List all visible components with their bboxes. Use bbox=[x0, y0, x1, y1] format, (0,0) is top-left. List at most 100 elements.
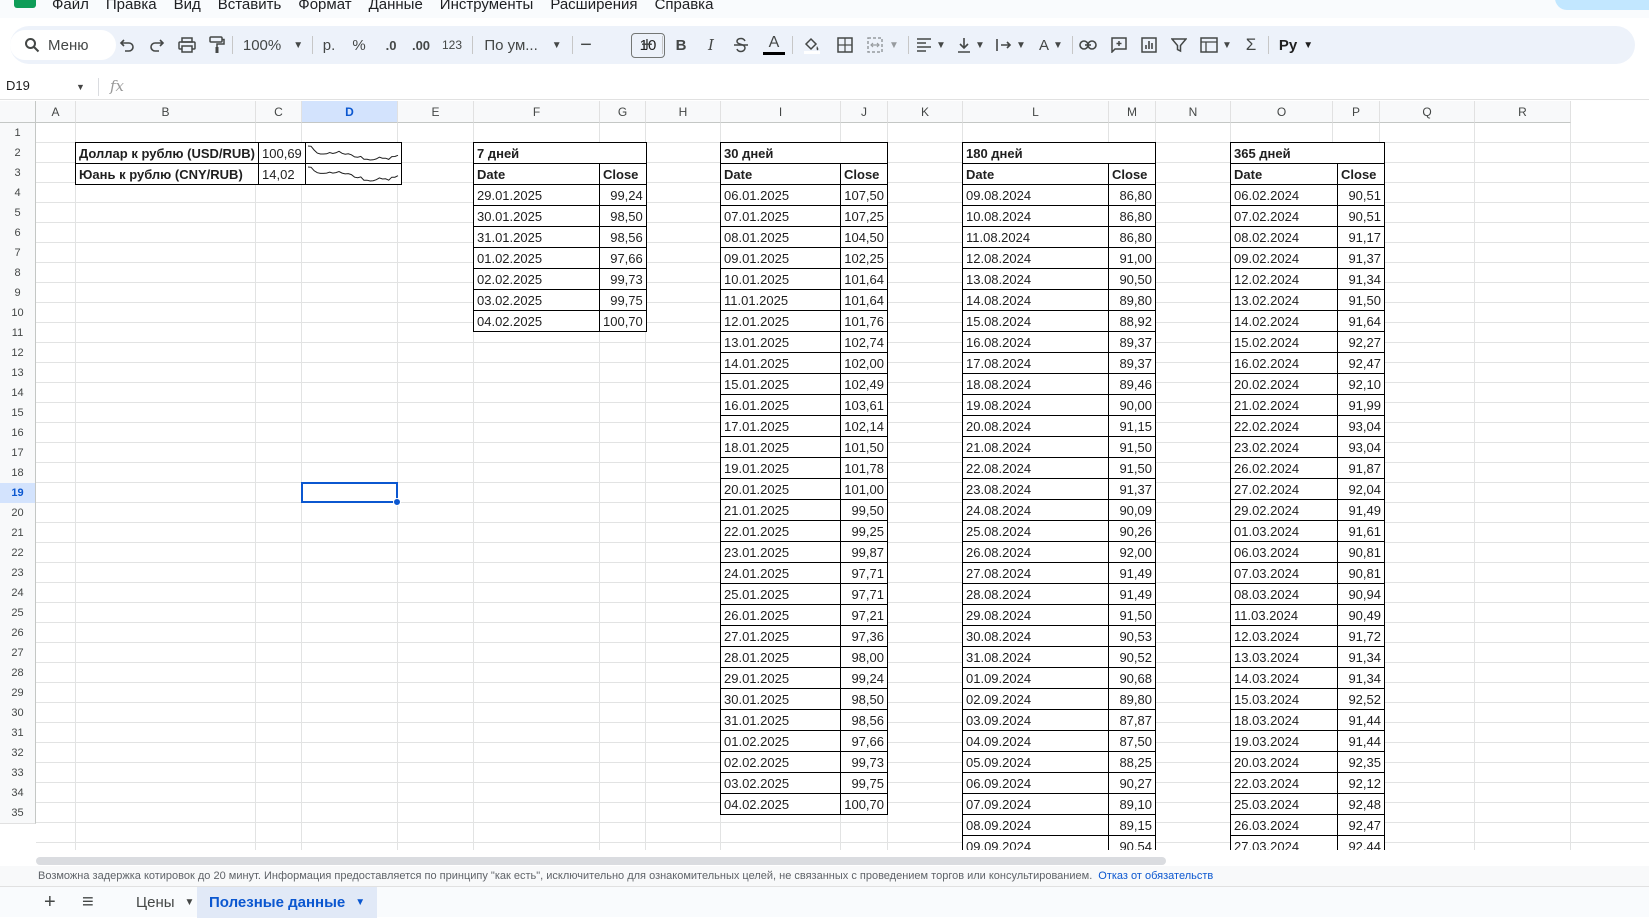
zoom-select[interactable]: 100% ▼ bbox=[238, 26, 308, 64]
row-header[interactable]: 16 bbox=[0, 423, 36, 444]
close-cell[interactable]: 90,51 bbox=[1337, 205, 1385, 227]
horizontal-scrollbar[interactable] bbox=[36, 857, 1166, 865]
date-cell[interactable]: 18.08.2024 bbox=[962, 373, 1109, 395]
date-cell[interactable]: 07.01.2025 bbox=[720, 205, 841, 227]
currency-format-button[interactable]: р. bbox=[318, 26, 340, 64]
date-cell[interactable]: 18.01.2025 bbox=[720, 436, 841, 458]
row-header[interactable]: 24 bbox=[0, 583, 36, 604]
bold-button[interactable]: B bbox=[670, 26, 692, 64]
rate-label[interactable]: Доллар к рублю (USD/RUB) bbox=[74, 142, 260, 164]
close-cell[interactable]: 89,80 bbox=[1108, 688, 1156, 710]
date-cell[interactable]: 15.08.2024 bbox=[962, 310, 1109, 332]
close-cell[interactable]: 91,37 bbox=[1337, 247, 1385, 269]
close-cell[interactable]: 89,80 bbox=[1108, 289, 1156, 311]
date-cell[interactable]: 08.03.2024 bbox=[1230, 583, 1338, 605]
column-header[interactable]: R bbox=[1475, 101, 1571, 123]
close-cell[interactable]: 92,04 bbox=[1337, 478, 1385, 500]
close-cell[interactable]: 97,71 bbox=[840, 583, 888, 605]
date-cell[interactable]: 01.02.2025 bbox=[720, 730, 841, 752]
row-header[interactable]: 15 bbox=[0, 403, 36, 424]
close-cell[interactable]: 90,54 bbox=[1108, 835, 1156, 850]
row-header[interactable]: 34 bbox=[0, 783, 36, 804]
date-cell[interactable]: 11.03.2024 bbox=[1230, 604, 1338, 626]
date-cell[interactable]: 14.01.2025 bbox=[720, 352, 841, 374]
row-header[interactable]: 30 bbox=[0, 703, 36, 724]
close-cell[interactable]: 89,37 bbox=[1108, 352, 1156, 374]
date-cell[interactable]: 13.01.2025 bbox=[720, 331, 841, 353]
filter-views-button[interactable]: ▼ bbox=[1198, 26, 1234, 64]
date-cell[interactable]: 15.01.2025 bbox=[720, 373, 841, 395]
close-cell[interactable]: 90,49 bbox=[1337, 604, 1385, 626]
row-header[interactable]: 18 bbox=[0, 463, 36, 484]
row-header[interactable]: 5 bbox=[0, 203, 36, 224]
date-cell[interactable]: 14.02.2024 bbox=[1230, 310, 1338, 332]
functions-button[interactable]: Σ bbox=[1240, 26, 1262, 64]
close-cell[interactable]: 99,24 bbox=[599, 184, 647, 206]
menu-view[interactable]: Вид bbox=[174, 0, 201, 13]
date-cell[interactable]: 21.08.2024 bbox=[962, 436, 1109, 458]
close-cell[interactable]: 102,49 bbox=[840, 373, 888, 395]
close-cell[interactable]: 91,49 bbox=[1337, 499, 1385, 521]
date-cell[interactable]: 24.01.2025 bbox=[720, 562, 841, 584]
menu-data[interactable]: Данные bbox=[369, 0, 423, 13]
date-cell[interactable]: 20.02.2024 bbox=[1230, 373, 1338, 395]
date-cell[interactable]: 12.02.2024 bbox=[1230, 268, 1338, 290]
close-cell[interactable]: 99,75 bbox=[840, 772, 888, 794]
text-color-button[interactable]: A bbox=[762, 26, 786, 64]
date-cell[interactable]: 11.01.2025 bbox=[720, 289, 841, 311]
close-cell[interactable]: 92,27 bbox=[1337, 331, 1385, 353]
row-header[interactable]: 21 bbox=[0, 523, 36, 544]
date-cell[interactable]: 21.02.2024 bbox=[1230, 394, 1338, 416]
close-cell[interactable]: 91,00 bbox=[1108, 247, 1156, 269]
disclaimer-link[interactable]: Отказ от обязательств bbox=[1098, 870, 1213, 882]
close-cell[interactable]: 92,44 bbox=[1337, 835, 1385, 850]
close-cell[interactable]: 98,56 bbox=[840, 709, 888, 731]
table-title[interactable]: 180 дней bbox=[962, 142, 1156, 164]
column-header[interactable]: H bbox=[646, 101, 721, 123]
date-cell[interactable]: 02.02.2025 bbox=[720, 751, 841, 773]
date-cell[interactable]: 07.09.2024 bbox=[962, 793, 1109, 815]
row-header[interactable]: 12 bbox=[0, 343, 36, 364]
column-header[interactable]: M bbox=[1109, 101, 1156, 123]
close-cell[interactable]: 90,09 bbox=[1108, 499, 1156, 521]
filter-button[interactable] bbox=[1168, 26, 1190, 64]
close-cell[interactable]: 90,81 bbox=[1337, 562, 1385, 584]
date-cell[interactable]: 09.02.2024 bbox=[1230, 247, 1338, 269]
date-cell[interactable]: 02.09.2024 bbox=[962, 688, 1109, 710]
text-rotation-button[interactable]: A ▼ bbox=[1034, 26, 1068, 64]
close-cell[interactable]: 101,64 bbox=[840, 268, 888, 290]
date-cell[interactable]: 08.09.2024 bbox=[962, 814, 1109, 836]
row-header[interactable]: 35 bbox=[0, 803, 36, 824]
close-cell[interactable]: 99,25 bbox=[840, 520, 888, 542]
date-cell[interactable]: 11.08.2024 bbox=[962, 226, 1109, 248]
date-cell[interactable]: 16.01.2025 bbox=[720, 394, 841, 416]
close-cell[interactable]: 91,44 bbox=[1337, 709, 1385, 731]
close-cell[interactable]: 98,00 bbox=[840, 646, 888, 668]
paint-format-button[interactable] bbox=[206, 26, 228, 64]
close-cell[interactable]: 92,47 bbox=[1337, 352, 1385, 374]
date-cell[interactable]: 01.03.2024 bbox=[1230, 520, 1338, 542]
close-cell[interactable]: 91,87 bbox=[1337, 457, 1385, 479]
merge-cells-button[interactable]: ▼ bbox=[864, 26, 902, 64]
date-cell[interactable]: 15.02.2024 bbox=[1230, 331, 1338, 353]
date-cell[interactable]: 26.08.2024 bbox=[962, 541, 1109, 563]
date-cell[interactable]: 04.09.2024 bbox=[962, 730, 1109, 752]
date-cell[interactable]: 13.02.2024 bbox=[1230, 289, 1338, 311]
row-header[interactable]: 20 bbox=[0, 503, 36, 524]
decrease-decimal-button[interactable]: .0 bbox=[378, 26, 404, 64]
chevron-down-icon[interactable]: ▼ bbox=[76, 82, 85, 92]
close-cell[interactable]: 92,35 bbox=[1337, 751, 1385, 773]
date-cell[interactable]: 23.01.2025 bbox=[720, 541, 841, 563]
date-cell[interactable]: 29.01.2025 bbox=[720, 667, 841, 689]
chevron-down-icon[interactable]: ▼ bbox=[185, 897, 195, 908]
more-formats-button[interactable]: 123 bbox=[438, 26, 466, 64]
text-wrap-button[interactable]: ▼ bbox=[994, 26, 1028, 64]
close-cell[interactable]: 90,94 bbox=[1337, 583, 1385, 605]
date-cell[interactable]: 12.03.2024 bbox=[1230, 625, 1338, 647]
date-cell[interactable]: 10.01.2025 bbox=[720, 268, 841, 290]
close-cell[interactable]: 91,50 bbox=[1108, 457, 1156, 479]
date-cell[interactable]: 17.08.2024 bbox=[962, 352, 1109, 374]
close-cell[interactable]: 90,52 bbox=[1108, 646, 1156, 668]
menu-file[interactable]: Файл bbox=[52, 0, 89, 13]
input-tools-button[interactable]: Ру ▼ bbox=[1276, 26, 1316, 64]
